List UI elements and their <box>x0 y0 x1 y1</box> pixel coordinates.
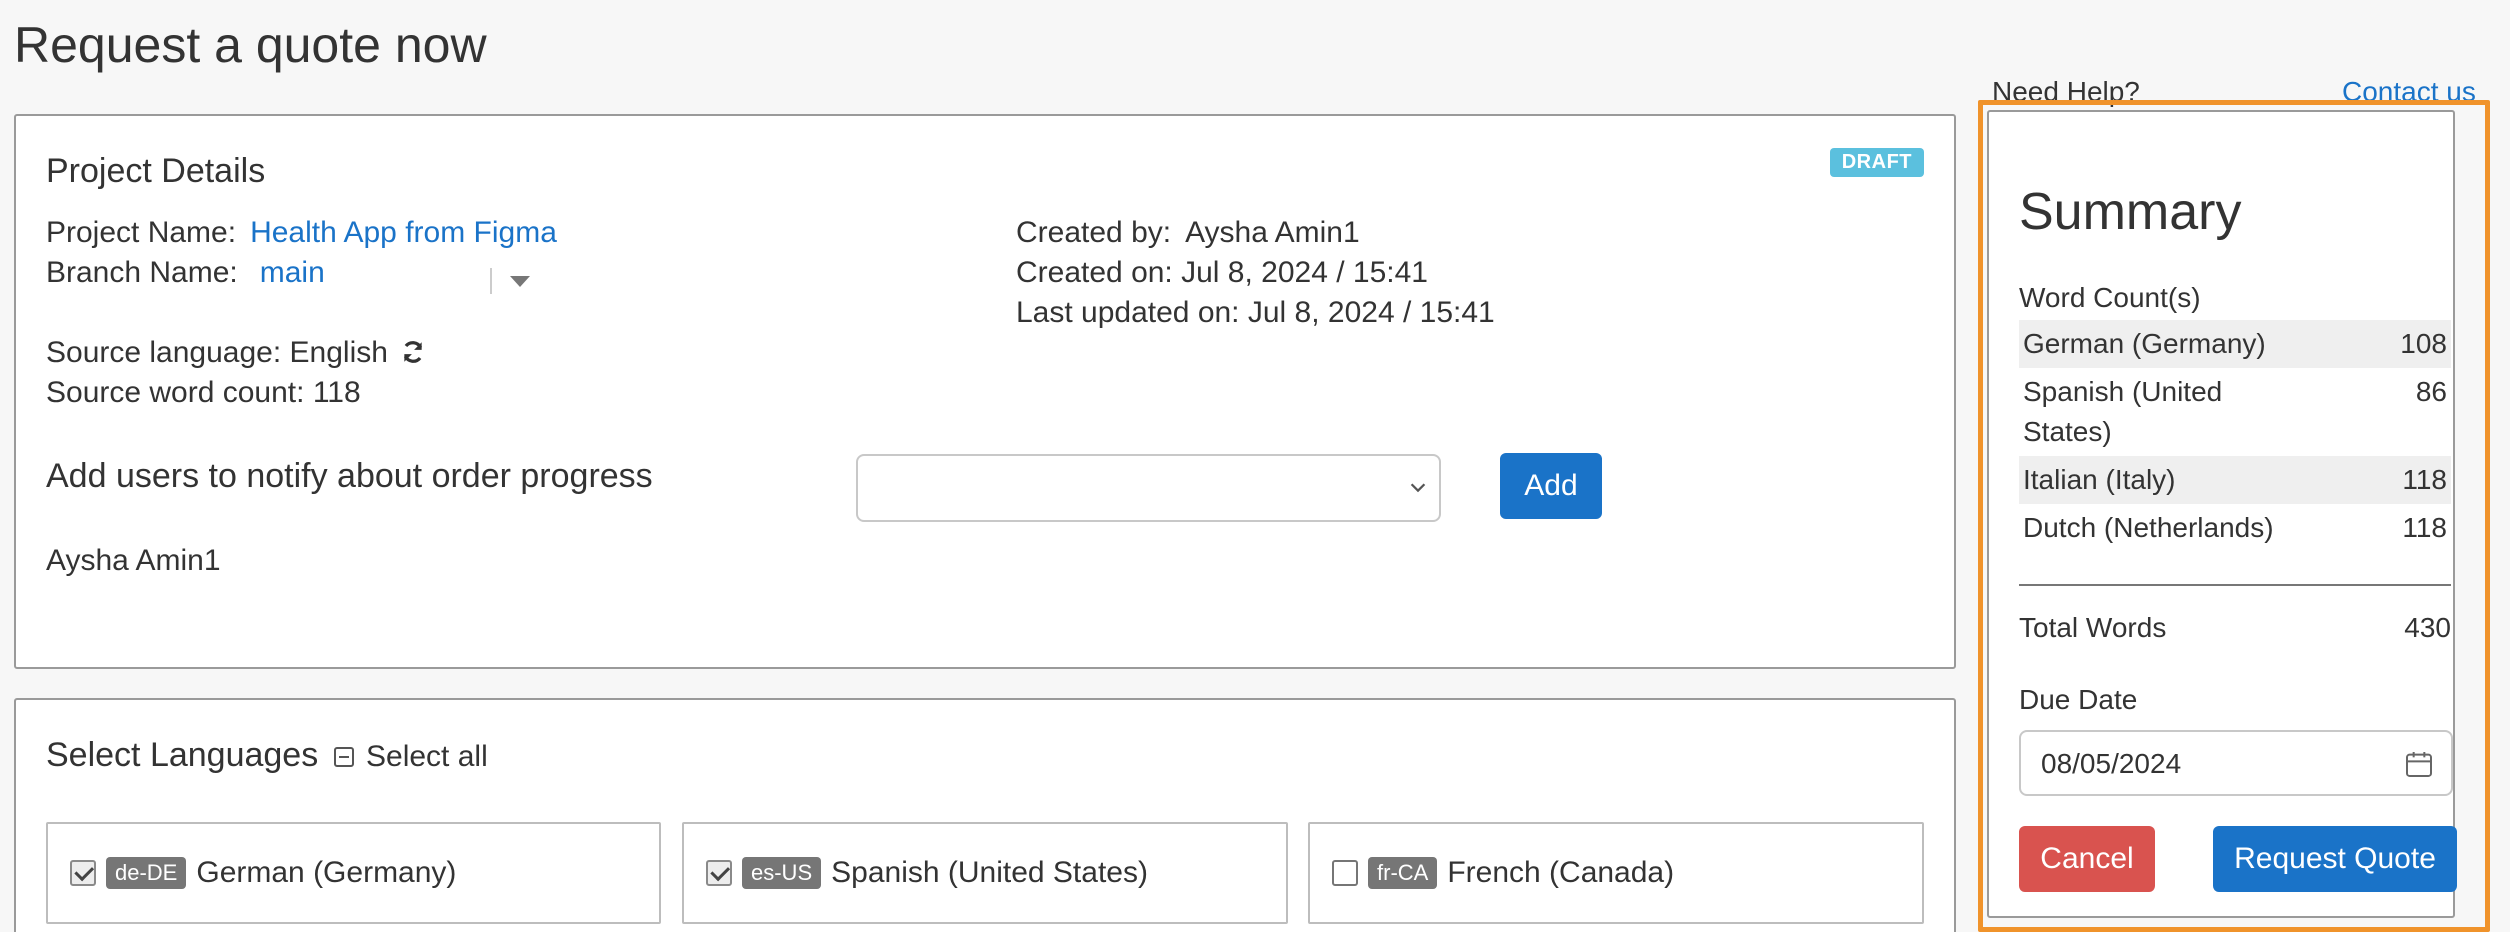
branch-label: Branch Name: <box>46 256 238 289</box>
source-language-label: Source language: <box>46 336 282 369</box>
select-languages-card: Select Languages Select all de-DE German… <box>14 698 1956 932</box>
created-by-row: Created by: Aysha Amin1 <box>1016 216 1360 250</box>
select-languages-title: Select Languages <box>46 736 319 774</box>
word-count-row: German (Germany) 108 <box>2019 320 2451 368</box>
branch-select-value[interactable]: main <box>260 256 325 289</box>
branch-select-separator <box>490 268 492 294</box>
chevron-down-icon[interactable] <box>510 276 530 287</box>
notify-user-select[interactable] <box>856 454 1441 522</box>
created-by-value: Aysha Amin1 <box>1185 216 1360 249</box>
total-words-value: 430 <box>2404 612 2451 643</box>
last-updated-row: Last updated on: Jul 8, 2024 / 15:41 <box>1016 296 1495 330</box>
due-date-label: Due Date <box>2019 684 2138 715</box>
word-count-language: Spanish (United States) <box>2023 376 2223 447</box>
created-by-label: Created by: <box>1016 216 1172 249</box>
notify-user-item: Aysha Amin1 <box>46 544 221 577</box>
project-name-row: Project Name: Health App from Figma <box>46 216 557 250</box>
language-tile-es-US[interactable]: es-US Spanish (United States) <box>682 822 1288 924</box>
word-count-language: Italian (Italy) <box>2023 464 2176 495</box>
source-word-count-value: 118 <box>312 376 361 409</box>
language-code-badge: fr-CA <box>1368 857 1438 889</box>
language-checkbox[interactable] <box>1332 860 1358 886</box>
project-details-card: Project Details DRAFT Project Name: Healt… <box>14 114 1956 669</box>
total-words-row: Total Words 430 <box>2019 612 2451 644</box>
due-date-input[interactable]: 08/05/2024 <box>2019 730 2453 796</box>
created-on-label: Created on: <box>1016 256 1173 289</box>
select-all-label: Select all <box>366 740 488 773</box>
source-word-count-label: Source word count: <box>46 376 305 409</box>
project-details-title: Project Details <box>46 152 266 190</box>
notify-title: Add users to notify about order progress <box>46 457 653 495</box>
word-counts-label: Word Count(s) <box>2019 282 2201 313</box>
refresh-icon[interactable] <box>400 339 426 365</box>
language-checkbox[interactable] <box>70 860 96 886</box>
summary-panel: Summary Word Count(s) German (Germany) 1… <box>1987 110 2457 918</box>
last-updated-label: Last updated on: <box>1016 296 1240 329</box>
summary-title: Summary <box>2019 183 2242 241</box>
source-language-row: Source language: English <box>46 336 426 370</box>
cancel-button[interactable]: Cancel <box>2019 826 2155 892</box>
calendar-icon[interactable] <box>2403 748 2435 780</box>
language-tile-fr-CA[interactable]: fr-CA French (Canada) <box>1308 822 1924 924</box>
select-all-toggle[interactable]: Select all <box>334 740 488 774</box>
language-tile-de-DE[interactable]: de-DE German (Germany) <box>46 822 661 924</box>
request-quote-button[interactable]: Request Quote <box>2213 826 2457 892</box>
summary-divider <box>2019 584 2451 586</box>
source-language-value: English <box>289 336 388 369</box>
word-count-value: 86 <box>2415 376 2447 407</box>
language-name: German (Germany) <box>196 856 457 889</box>
last-updated-value: Jul 8, 2024 / 15:41 <box>1247 296 1495 329</box>
project-name-label: Project Name: <box>46 216 237 249</box>
created-on-value: Jul 8, 2024 / 15:41 <box>1181 256 1428 289</box>
total-words-label: Total Words <box>2019 612 2167 643</box>
word-count-value: 118 <box>2402 512 2447 543</box>
created-on-row: Created on: Jul 8, 2024 / 15:41 <box>1016 256 1428 290</box>
add-user-button[interactable]: Add <box>1500 453 1602 519</box>
due-date-value: 08/05/2024 <box>2041 748 2182 779</box>
language-checkbox[interactable] <box>706 860 732 886</box>
language-code-badge: de-DE <box>106 857 187 889</box>
word-count-row: Spanish (United States) 86 <box>2019 368 2451 456</box>
word-count-list: German (Germany) 108 Spanish (United Sta… <box>2019 320 2451 552</box>
word-count-language: German (Germany) <box>2023 328 2266 359</box>
word-count-row: Italian (Italy) 118 <box>2019 456 2451 504</box>
word-count-value: 108 <box>2400 328 2447 359</box>
chevron-down-icon <box>1410 483 1426 493</box>
branch-row: Branch Name: main <box>46 256 325 290</box>
word-count-value: 118 <box>2402 464 2447 495</box>
project-name-link[interactable]: Health App from Figma <box>250 216 557 249</box>
word-count-row: Dutch (Netherlands) 118 <box>2019 504 2451 552</box>
language-code-badge: es-US <box>742 857 822 889</box>
status-badge: DRAFT <box>1829 148 1924 177</box>
page-title: Request a quote now <box>14 17 487 73</box>
language-name: French (Canada) <box>1447 856 1675 889</box>
word-count-language: Dutch (Netherlands) <box>2023 512 2274 543</box>
language-name: Spanish (United States) <box>831 856 1148 889</box>
minus-square-icon <box>334 747 354 767</box>
source-word-count-row: Source word count: 118 <box>46 376 361 410</box>
